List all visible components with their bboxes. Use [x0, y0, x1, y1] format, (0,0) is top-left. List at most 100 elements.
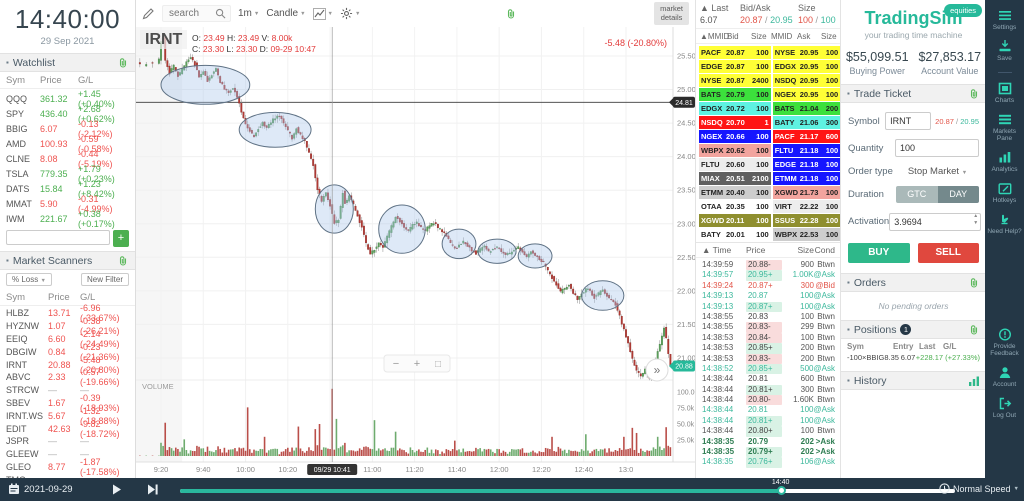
bid-row[interactable]: NYSE 20.87 2400: [699, 74, 771, 87]
nav-item-help[interactable]: Need Help?: [985, 213, 1024, 235]
bid-row[interactable]: BATY 20.01 100: [699, 228, 771, 241]
trade-ticket-header[interactable]: ▪ Trade Ticket: [841, 84, 986, 103]
sell-button[interactable]: SELL: [917, 243, 979, 263]
calendar-icon[interactable]: [8, 483, 20, 495]
scanner-filter-dropdown[interactable]: % Loss ▼: [6, 273, 52, 286]
ask-row[interactable]: VIRT 22.22 100: [772, 200, 841, 213]
market-details-button[interactable]: market details: [654, 2, 689, 25]
quote-row[interactable]: IWM 221.67 +0.38 (+0.17%): [0, 209, 135, 229]
watchlist-header[interactable]: ▪ Watchlist: [0, 53, 135, 72]
price-chart[interactable]: 25.50 25.00 24.50 24.00 23.50 23.00 22.50 22.00…: [136, 27, 699, 478]
svg-text:9:40: 9:40: [196, 465, 211, 474]
watchlist-add-input[interactable]: [6, 230, 110, 245]
playback-slider[interactable]: 14:40: [180, 479, 955, 495]
ask-row[interactable]: XGWD 21.73 100: [772, 186, 841, 199]
activation-stepper[interactable]: ▲ ▼: [973, 213, 978, 227]
nav-item-settings[interactable]: Settings: [985, 9, 1024, 31]
new-filter-button[interactable]: New Filter: [80, 273, 129, 286]
ask-row[interactable]: WBPX 22.53 100: [772, 228, 841, 241]
paperclip-icon[interactable]: [505, 8, 517, 20]
bid-row[interactable]: FLTU 20.60 100: [699, 158, 771, 171]
speed-selector[interactable]: Normal Speed ▼: [939, 483, 1019, 494]
nav-item-markets[interactable]: Markets Pane: [985, 113, 1024, 142]
quote-row[interactable]: EDIT 42.63 -9.82 (-18.72%): [0, 419, 135, 439]
ask-row[interactable]: NYSE 20.95 100: [772, 46, 841, 59]
symbol-search[interactable]: [162, 5, 231, 22]
bid-row[interactable]: EDGE 20.87 100: [699, 60, 771, 73]
ask-row[interactable]: PACF 21.17 600: [772, 130, 841, 143]
quote-row[interactable]: JSPR — —: [0, 435, 135, 448]
ask-row[interactable]: EDGX 20.95 100: [772, 60, 841, 73]
col-price: Price: [40, 75, 62, 86]
buy-button[interactable]: BUY: [848, 243, 910, 263]
svg-text:12:40: 12:40: [574, 465, 593, 474]
bid-row[interactable]: NSDQ 20.70 1: [699, 116, 771, 129]
paperclip-icon[interactable]: [968, 88, 980, 100]
history-chart-icon[interactable]: [968, 375, 980, 387]
nav-item-charts[interactable]: Charts: [985, 82, 1024, 104]
nav-item-save[interactable]: Save: [985, 40, 1024, 62]
svg-text:10:20: 10:20: [278, 465, 297, 474]
nav-item-analytics[interactable]: Analytics: [985, 151, 1024, 173]
nav-item-account[interactable]: Account: [985, 366, 1024, 388]
nav-item-hotkeys[interactable]: Hotkeys: [985, 182, 1024, 204]
bid-row[interactable]: ETMM 20.40 100: [699, 186, 771, 199]
position-row[interactable]: -100×BBIG 8.35 6.07 +228.17 (+27.33%): [841, 352, 986, 363]
ask-row[interactable]: ETMM 21.18 100: [772, 172, 841, 185]
draw-pencil-icon[interactable]: [142, 7, 155, 20]
positions-header[interactable]: ▪ Positions 1: [841, 320, 986, 339]
bid-row[interactable]: XGWD 20.11 100: [699, 214, 771, 227]
nav-item-feedback[interactable]: Provide Feedback: [985, 328, 1024, 357]
search-icon: [215, 8, 226, 19]
bid-row[interactable]: BATS 20.79 100: [699, 88, 771, 101]
nav-item-logout[interactable]: Log Out: [985, 397, 1024, 419]
tape-row: 14:38:53 20.83- 200 Btwn: [702, 353, 835, 364]
sim-clock: 14:40:00 29 Sep 2021: [0, 0, 135, 47]
quantity-field[interactable]: [895, 139, 979, 157]
bid-row[interactable]: NGEX 20.66 100: [699, 130, 771, 143]
quote-row[interactable]: GLEO 8.77 -1.87 (-17.58%): [0, 457, 135, 477]
watchlist-add-button[interactable]: +: [113, 230, 129, 247]
bid-row[interactable]: PACF 20.87 100: [699, 46, 771, 59]
bid-row[interactable]: EDGX 20.72 100: [699, 102, 771, 115]
bid-row[interactable]: OTAA 20.35 100: [699, 200, 771, 213]
chart-settings-dropdown[interactable]: ▼: [340, 7, 360, 20]
paperclip-icon[interactable]: [117, 57, 129, 69]
level2-book: PACF 20.87 100 EDGE 20.87 100 NYSE 20.87 2400 BAT…: [696, 44, 841, 242]
history-header[interactable]: ▪ History: [841, 371, 986, 390]
interval-dropdown[interactable]: 1m ▼: [238, 8, 259, 19]
bid-ladder: PACF 20.87 100 EDGE 20.87 100 NYSE 20.87 2400 BAT…: [699, 46, 771, 242]
ask-row[interactable]: NSDQ 20.95 100: [772, 74, 841, 87]
order-type-dropdown[interactable]: Stop Market ▼: [896, 166, 979, 177]
ask-row[interactable]: BATY 21.06 300: [772, 116, 841, 129]
tape-row: 14:38:44 20.80+ 100 Btwn: [702, 426, 835, 437]
ask-row[interactable]: NGEX 20.95 100: [772, 88, 841, 101]
duration-gtc-button[interactable]: GTC: [896, 186, 938, 203]
order-type-label: Order type: [848, 166, 893, 177]
skip-to-end-icon[interactable]: [148, 484, 158, 495]
chart-toolbar: 1m ▼ Candle ▼ ▼ ▼ marketdetails: [136, 0, 695, 28]
symbol-field[interactable]: [885, 112, 932, 130]
activation-field[interactable]: [889, 213, 982, 231]
paperclip-icon[interactable]: [968, 324, 980, 336]
ask-row[interactable]: SSUS 22.28 100: [772, 214, 841, 227]
bid-row[interactable]: WBPX 20.62 100: [699, 144, 771, 157]
orders-header[interactable]: ▪ Orders: [841, 273, 986, 292]
paperclip-icon[interactable]: [968, 277, 980, 289]
playback-thumb[interactable]: [776, 486, 786, 495]
playback-date[interactable]: 2021-09-29: [24, 484, 73, 495]
tape-row: 14:38:53 20.84- 100 Btwn: [702, 332, 835, 344]
play-icon[interactable]: [112, 484, 122, 495]
ask-row[interactable]: FLTU 21.18 100: [772, 144, 841, 157]
paperclip-icon[interactable]: [117, 255, 129, 267]
duration-day-button[interactable]: DAY: [937, 186, 979, 203]
symbol-search-input[interactable]: [167, 7, 215, 20]
ask-row[interactable]: BATS 21.04 200: [772, 102, 841, 115]
compare-chart-dropdown[interactable]: ▼: [312, 7, 333, 20]
scanners-header[interactable]: ▪ Market Scanners: [0, 251, 135, 270]
quote-row[interactable]: ABVC 2.33 -0.57 (-19.66%): [0, 367, 135, 387]
bid-row[interactable]: MIAX 20.51 2100: [699, 172, 771, 185]
ask-row[interactable]: EDGE 21.18 100: [772, 158, 841, 171]
zoom-reset-icon: □: [435, 359, 441, 370]
charttype-dropdown[interactable]: Candle ▼: [266, 8, 305, 19]
